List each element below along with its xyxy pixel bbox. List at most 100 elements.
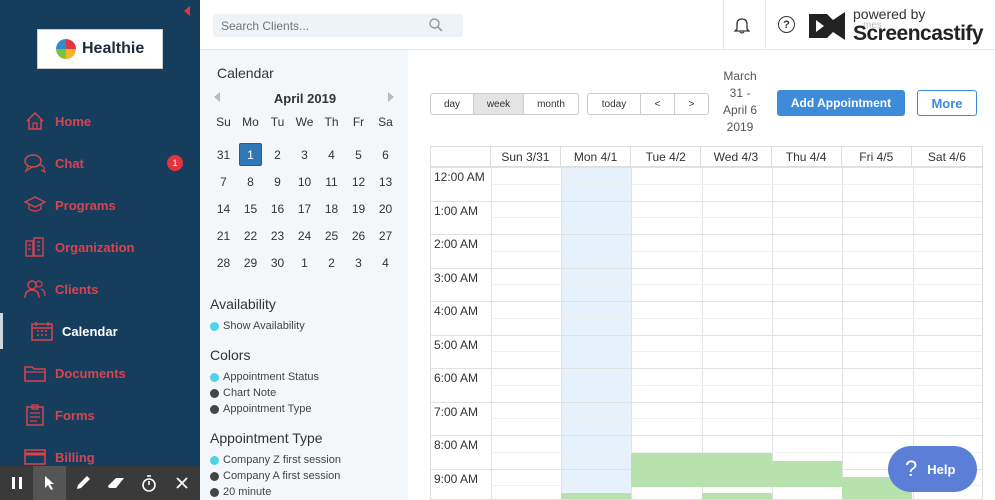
mini-calendar-day[interactable]: 21 <box>210 222 237 249</box>
mini-calendar-day[interactable]: 3 <box>345 249 372 276</box>
mini-calendar-day[interactable]: 12 <box>345 168 372 195</box>
mini-calendar-day-selected[interactable]: 1 <box>239 143 262 166</box>
healthie-logo[interactable]: Healthie <box>37 29 163 69</box>
mini-calendar-day[interactable]: 20 <box>372 195 399 222</box>
mini-calendar-day[interactable]: 17 <box>291 195 318 222</box>
mini-calendar-day[interactable]: 2 <box>318 249 345 276</box>
day-column-header[interactable]: Sun 3/31 <box>491 147 561 166</box>
mini-calendar-day[interactable]: 23 <box>264 222 291 249</box>
mini-calendar-day[interactable]: 25 <box>318 222 345 249</box>
eraser-icon[interactable] <box>99 466 132 500</box>
pointer-icon[interactable] <box>33 466 66 500</box>
timer-icon[interactable] <box>132 466 165 500</box>
grid-hour-line <box>431 401 982 403</box>
color-option-appointment-type[interactable]: Appointment Type <box>210 403 311 415</box>
appointment-block[interactable] <box>561 493 631 499</box>
mini-calendar-day[interactable]: 6 <box>372 141 399 168</box>
help-button[interactable]: ? Help <box>888 446 977 492</box>
grid-hour-line <box>431 200 982 202</box>
appointment-type-option[interactable]: 20 minute <box>210 486 271 498</box>
collapse-sidebar-icon[interactable] <box>184 6 190 16</box>
mini-calendar-day[interactable]: 26 <box>345 222 372 249</box>
weekday-label: Su <box>216 115 231 129</box>
mini-calendar-day[interactable]: 2 <box>264 141 291 168</box>
sidebar-item-label: Documents <box>55 365 126 381</box>
next-week-button[interactable]: > <box>675 94 708 114</box>
color-option-appointment-status[interactable]: Appointment Status <box>210 371 319 383</box>
mini-calendar-day[interactable]: 8 <box>237 168 264 195</box>
mini-calendar-day[interactable]: 27 <box>372 222 399 249</box>
mini-calendar-day[interactable]: 16 <box>264 195 291 222</box>
legend-label: Show Availability <box>223 320 305 332</box>
sidebar-item-forms[interactable]: Forms <box>0 397 200 433</box>
grid-hour-line <box>431 368 982 369</box>
mini-calendar-day[interactable]: 4 <box>318 141 345 168</box>
help-question-icon[interactable]: ? <box>778 16 795 33</box>
mini-calendar-day[interactable]: 9 <box>264 168 291 195</box>
day-column-header[interactable]: Tue 4/2 <box>631 147 702 166</box>
grid-hour-line <box>431 435 982 436</box>
mini-calendar-day[interactable]: 4 <box>372 249 399 276</box>
mini-calendar-day[interactable]: 18 <box>318 195 345 222</box>
view-month-button[interactable]: month <box>524 94 578 114</box>
close-icon[interactable] <box>165 466 198 500</box>
day-column-header[interactable]: Thu 4/4 <box>772 147 842 166</box>
mini-calendar-day[interactable]: 24 <box>291 222 318 249</box>
day-column-header[interactable]: Wed 4/3 <box>701 147 772 166</box>
prev-week-button[interactable]: < <box>641 94 675 114</box>
pen-icon[interactable] <box>66 466 99 500</box>
clipboard-icon <box>24 404 46 426</box>
mini-calendar-day[interactable]: 15 <box>237 195 264 222</box>
sidebar-item-clients[interactable]: Clients <box>0 271 200 307</box>
show-availability-toggle[interactable]: Show Availability <box>210 320 305 332</box>
mini-calendar-day[interactable]: 10 <box>291 168 318 195</box>
sidebar: Healthie Home Chat 1 Programs Organizati… <box>0 0 200 500</box>
sidebar-item-documents[interactable]: Documents <box>0 355 200 391</box>
next-month-icon[interactable] <box>388 92 394 102</box>
day-column-header[interactable]: Mon 4/1 <box>561 147 632 166</box>
mini-calendar-day[interactable]: 31 <box>210 141 237 168</box>
legend-label: Company A first session <box>223 470 341 482</box>
mini-calendar-day[interactable]: 5 <box>345 141 372 168</box>
color-option-chart-note[interactable]: Chart Note <box>210 387 276 399</box>
mini-calendar-day[interactable]: 14 <box>210 195 237 222</box>
sidebar-item-chat[interactable]: Chat 1 <box>0 145 200 181</box>
mini-calendar-day[interactable]: 19 <box>345 195 372 222</box>
mini-calendar-day[interactable]: 29 <box>237 249 264 276</box>
day-column-header[interactable]: Fri 4/5 <box>842 147 912 166</box>
appointment-type-option[interactable]: Company A first session <box>210 470 340 482</box>
search-input[interactable] <box>213 14 463 37</box>
help-label: Help <box>927 461 956 477</box>
appointment-block[interactable] <box>772 461 842 487</box>
mini-calendar-day[interactable]: 11 <box>318 168 345 195</box>
mini-calendar-day[interactable]: 1 <box>291 249 318 276</box>
view-week-button[interactable]: week <box>474 94 524 114</box>
mini-calendar-day[interactable]: 13 <box>372 168 399 195</box>
view-day-button[interactable]: day <box>431 94 474 114</box>
calendar-icon <box>31 320 53 342</box>
today-button[interactable]: today <box>588 94 641 114</box>
weekday-label: Tu <box>270 115 285 129</box>
appointment-block[interactable] <box>702 493 772 499</box>
mini-calendar-day[interactable]: 22 <box>237 222 264 249</box>
bell-icon[interactable] <box>733 16 751 39</box>
date-range-line: March <box>723 69 757 83</box>
appointment-block[interactable] <box>631 453 772 487</box>
sidebar-item-home[interactable]: Home <box>0 103 200 139</box>
appointment-type-option[interactable]: Company Z first session <box>210 454 341 466</box>
sidebar-item-programs[interactable]: Programs <box>0 187 200 223</box>
search-icon[interactable] <box>429 18 443 37</box>
mini-calendar-day[interactable]: 3 <box>291 141 318 168</box>
add-appointment-button[interactable]: Add Appointment <box>777 90 905 116</box>
legend-dot-icon <box>210 471 219 481</box>
mini-calendar-day[interactable]: 7 <box>210 168 237 195</box>
sidebar-item-label: Billing <box>55 449 95 465</box>
mini-calendar-day[interactable]: 28 <box>210 249 237 276</box>
sidebar-item-calendar[interactable]: Calendar <box>0 313 200 349</box>
sidebar-item-organization[interactable]: Organization <box>0 229 200 265</box>
more-button[interactable]: More <box>917 90 977 116</box>
prev-month-icon[interactable] <box>214 92 220 102</box>
mini-calendar-day[interactable]: 30 <box>264 249 291 276</box>
pause-icon[interactable] <box>0 466 33 500</box>
day-column-header[interactable]: Sat 4/6 <box>912 147 982 166</box>
